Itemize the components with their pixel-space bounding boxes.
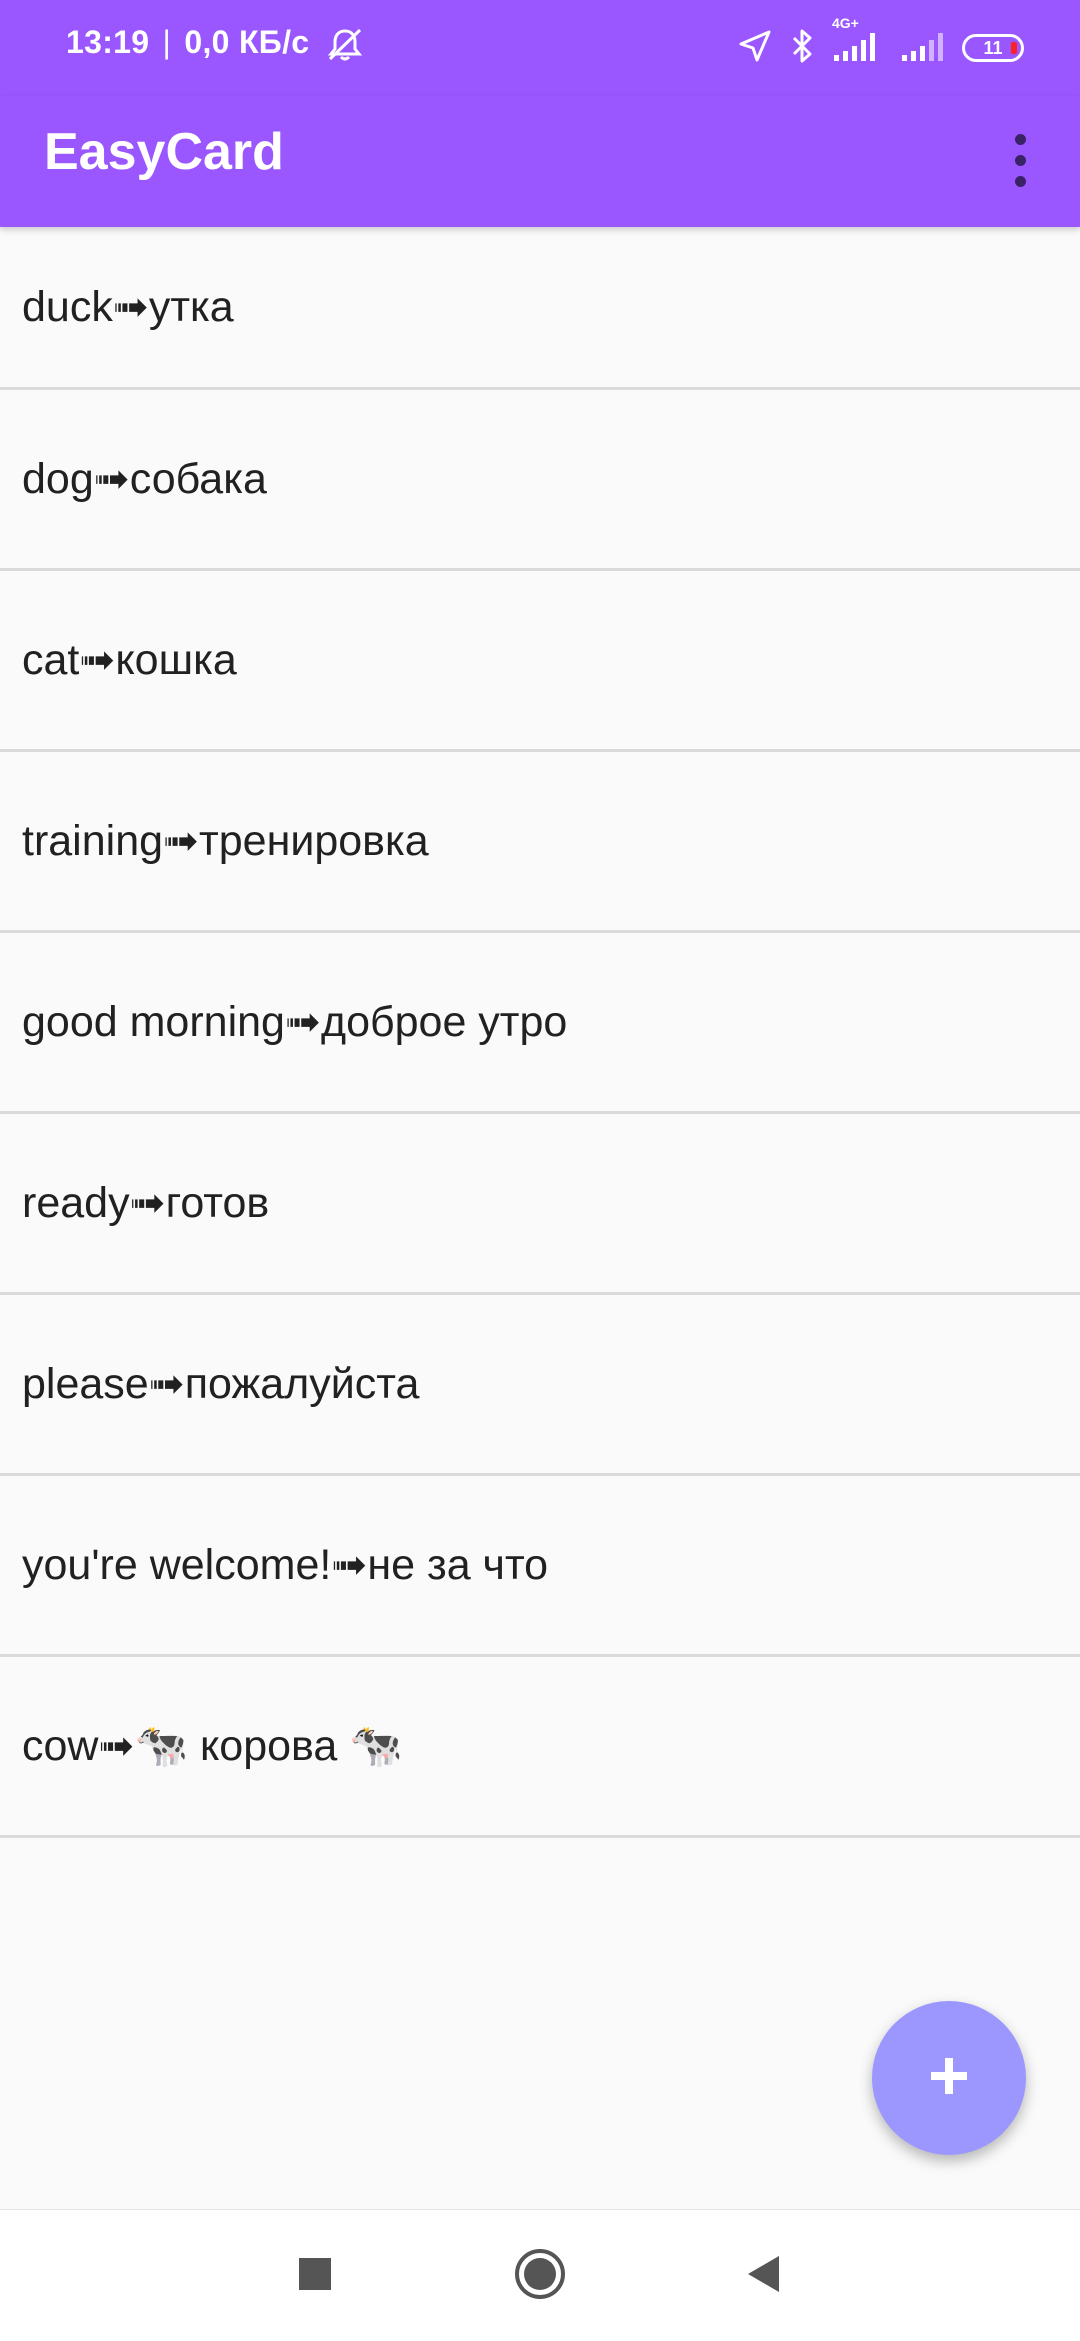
card-text: dog➟собака <box>22 455 267 503</box>
more-vert-icon[interactable] <box>990 124 1050 196</box>
status-separator: | <box>162 24 172 60</box>
status-time-group: 13:19 | 0,0 КБ/с <box>66 24 365 63</box>
clock: 13:19 <box>66 24 150 60</box>
mute-bell-icon <box>325 27 365 63</box>
navigation-bar <box>0 2209 1080 2341</box>
list-item[interactable]: you're welcome!➟не за что <box>0 1476 1080 1657</box>
list-item[interactable]: ready➟готов <box>0 1114 1080 1295</box>
card-list: duck➟утка dog➟собака cat➟кошка training➟… <box>0 227 1080 1838</box>
list-item[interactable]: good morning➟доброе утро <box>0 933 1080 1114</box>
battery-icon: 11 <box>962 34 1024 62</box>
add-card-button[interactable] <box>872 2001 1026 2155</box>
back-triangle-icon <box>745 2254 783 2299</box>
list-item[interactable]: training➟тренировка <box>0 752 1080 933</box>
signal-icon <box>900 29 944 68</box>
back-button[interactable] <box>728 2240 800 2312</box>
network-type-label: 4G+ <box>832 14 859 31</box>
list-item[interactable]: please➟пожалуйста <box>0 1295 1080 1476</box>
data-speed: 0,0 КБ/с <box>184 24 310 60</box>
home-button[interactable] <box>504 2240 576 2312</box>
list-item[interactable]: dog➟собака <box>0 390 1080 571</box>
status-icons: 4G+ 11 <box>720 15 1024 69</box>
card-text: ready➟готов <box>22 1179 270 1227</box>
card-text: training➟тренировка <box>22 817 429 865</box>
signal-icon: 4G+ <box>832 15 882 68</box>
battery-fill <box>1011 42 1017 54</box>
card-text: cat➟кошка <box>22 636 237 684</box>
card-text: you're welcome!➟не за что <box>22 1541 549 1589</box>
card-text: duck➟утка <box>22 283 234 331</box>
home-circle-icon <box>512 2246 568 2307</box>
bluetooth-icon <box>790 28 814 69</box>
recents-square-icon <box>299 2257 331 2295</box>
app-title: EasyCard <box>44 123 284 181</box>
card-text: good morning➟доброе утро <box>22 998 568 1046</box>
location-icon <box>738 29 772 68</box>
status-bar: 13:19 | 0,0 КБ/с 4G+ 11 <box>0 0 1080 96</box>
list-item[interactable]: duck➟утка <box>0 227 1080 390</box>
list-item[interactable]: cow➟🐄 корова 🐄 <box>0 1657 1080 1838</box>
list-item[interactable]: cat➟кошка <box>0 571 1080 752</box>
app-bar: EasyCard <box>0 96 1080 227</box>
battery-level: 11 <box>983 37 1003 58</box>
card-text: please➟пожалуйста <box>22 1360 420 1408</box>
card-text: cow➟🐄 корова 🐄 <box>22 1722 403 1770</box>
plus-icon <box>927 2054 971 2103</box>
recents-button[interactable] <box>279 2240 351 2312</box>
